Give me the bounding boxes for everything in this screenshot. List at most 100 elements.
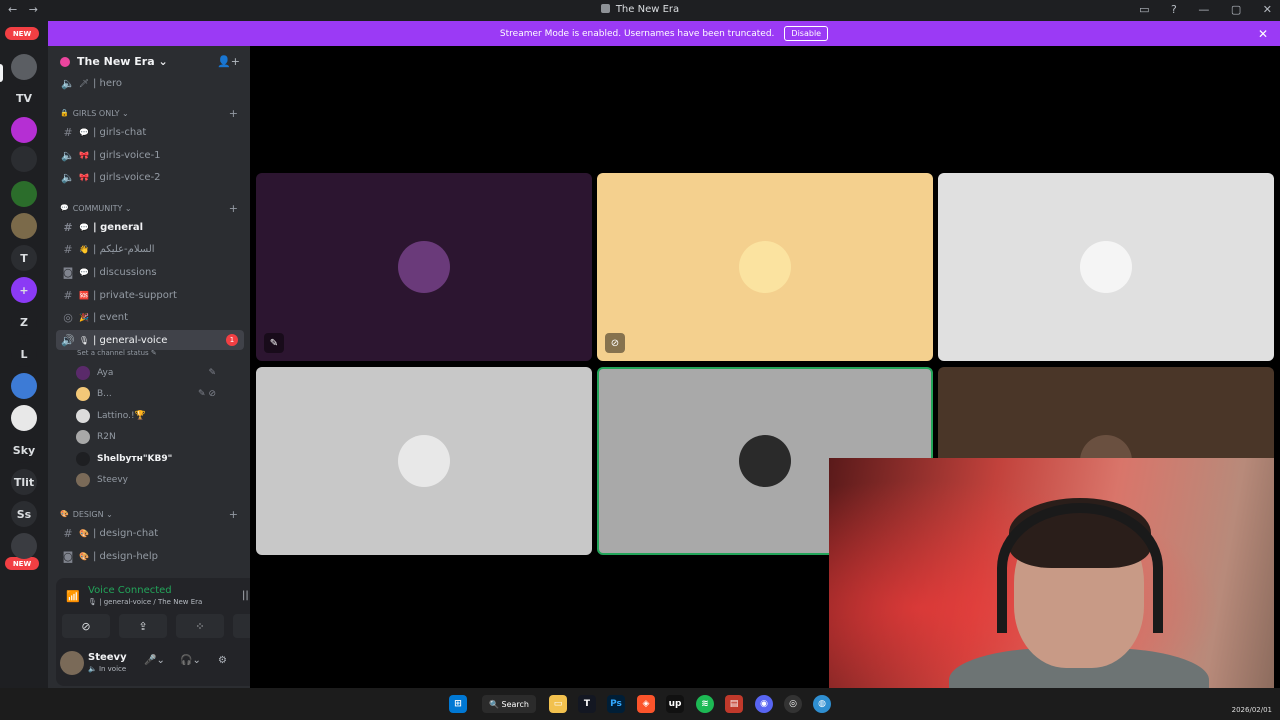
server-icon-7[interactable]: +	[11, 277, 37, 303]
close-window-icon[interactable]: ✕	[1263, 3, 1272, 16]
add-channel-icon[interactable]: +	[229, 107, 238, 120]
server-icon-2[interactable]	[11, 117, 37, 143]
brave-browser-icon[interactable]: ◈	[637, 695, 655, 713]
category-design[interactable]: 🎨 DESIGN ⌄ +	[60, 507, 244, 521]
channel-status[interactable]: Set a channel status ✎	[77, 349, 157, 357]
disable-button[interactable]: Disable	[784, 26, 829, 41]
server-icon-5[interactable]	[11, 213, 37, 239]
user-status: 🔈 In voice	[88, 665, 127, 673]
server-icon-3[interactable]	[11, 146, 37, 172]
channel-girls-chat[interactable]: # 💬 | girls-chat	[56, 122, 244, 142]
voice-status[interactable]: Voice Connected	[88, 585, 172, 596]
speaker-icon: 🔈	[61, 170, 75, 184]
photoshop-icon[interactable]: Ps	[607, 695, 625, 713]
avatar[interactable]	[60, 651, 84, 675]
server-icon-10[interactable]	[11, 373, 37, 399]
help-icon[interactable]: ?	[1171, 3, 1177, 16]
mention-badge: 1	[226, 334, 238, 346]
hash-icon: #	[63, 242, 73, 256]
add-channel-icon[interactable]: +	[229, 508, 238, 521]
voice-user[interactable]: Lattino.!🏆	[76, 407, 226, 425]
voice-user[interactable]: Aya ✎	[76, 364, 226, 382]
app-icon[interactable]: ◎	[784, 695, 802, 713]
voice-user-name: R2N	[97, 432, 116, 442]
invite-icon[interactable]: 👤+	[217, 55, 240, 68]
app-icon[interactable]: ▤	[725, 695, 743, 713]
channel-design-help[interactable]: ◙ 🎨 | design-help	[56, 546, 244, 566]
participant-tile[interactable]: ✎	[256, 173, 592, 361]
server-icon-9[interactable]: L	[11, 341, 37, 367]
server-icon-11[interactable]	[11, 405, 37, 431]
avatar	[76, 452, 90, 466]
server-icon-6[interactable]: T	[11, 245, 37, 271]
channel-design-chat[interactable]: # 🎨 | design-chat	[56, 523, 244, 543]
emoji-icon: 💬	[79, 267, 89, 277]
channel-salam[interactable]: # 👋 | السلام-عليكم	[56, 239, 244, 259]
channel-hero[interactable]: 🔈 🗡 | hero	[56, 73, 244, 93]
spotify-icon[interactable]: ≋	[696, 695, 714, 713]
server-icon-15[interactable]	[11, 533, 37, 559]
activities-button[interactable]: ⁘	[176, 614, 224, 638]
participant-tile[interactable]: ⊘	[597, 173, 933, 361]
channel-general-voice[interactable]: 🔊 🎙 | general-voice 1	[56, 330, 244, 350]
voice-user[interactable]: Steevy	[76, 471, 226, 489]
camera-off-button[interactable]: ⊘	[62, 614, 110, 638]
muted-status-icon: ✎ ⊘	[198, 389, 216, 399]
voice-user-name: Lattino.!🏆	[97, 411, 146, 421]
channel-girls-voice-1[interactable]: 🔈 🎀 | girls-voice-1	[56, 145, 244, 165]
avatar	[76, 387, 90, 401]
server-icon	[600, 4, 610, 13]
channel-private-support[interactable]: # 🆘 | private-support	[56, 285, 244, 305]
voice-user[interactable]: R2N	[76, 428, 226, 446]
add-channel-icon[interactable]: +	[229, 202, 238, 215]
headphones-icon[interactable]: 🎧⌄	[180, 655, 201, 666]
settings-gear-icon[interactable]: ⚙	[218, 655, 227, 666]
microphone-icon[interactable]: 🎤⌄	[144, 655, 165, 666]
maximize-icon[interactable]: ▢	[1231, 3, 1241, 16]
category-community[interactable]: 💬 COMMUNITY ⌄ +	[60, 201, 244, 215]
server-icon-14[interactable]: Ss	[11, 501, 37, 527]
webcam-overlay	[829, 458, 1274, 708]
discord-icon[interactable]: ◉	[755, 695, 773, 713]
file-explorer-icon[interactable]: ▭	[549, 695, 567, 713]
server-icon-13[interactable]: Tlit	[11, 469, 37, 495]
channel-discussions[interactable]: ◙ 💬 | discussions	[56, 262, 244, 282]
server-icon-4[interactable]	[11, 181, 37, 207]
avatar	[398, 435, 450, 487]
title-bar: ← → The New Era ▭ ? — ▢ ✕	[0, 0, 1280, 21]
screen-share-icon: ⇪	[138, 619, 148, 633]
taskbar-date: 2026/02/01	[1231, 706, 1272, 714]
channel-event[interactable]: ◎ 🎉 | event	[56, 307, 244, 327]
server-icon-1[interactable]: TV	[11, 85, 37, 111]
emoji-icon: 🎉	[79, 312, 89, 322]
participant-tile[interactable]	[256, 367, 592, 555]
inbox-icon[interactable]: ▭	[1139, 3, 1149, 16]
user-name[interactable]: Steevy	[88, 652, 127, 663]
globe-icon[interactable]: ◍	[813, 695, 831, 713]
emoji-icon: 🎀	[79, 172, 89, 182]
tradingview-icon[interactable]: T	[578, 695, 596, 713]
server-icon-8[interactable]: Z	[11, 309, 37, 335]
guild-name: The New Era ⌄	[77, 55, 168, 68]
signal-icon[interactable]: 📶	[66, 590, 80, 603]
channel-girls-voice-2[interactable]: 🔈 🎀 | girls-voice-2	[56, 167, 244, 187]
minimize-icon[interactable]: —	[1198, 3, 1209, 16]
server-icon-12[interactable]: Sky	[11, 437, 37, 463]
upwork-icon[interactable]: up	[666, 695, 684, 713]
voice-location[interactable]: 🎙 | general-voice / The New Era	[88, 598, 202, 606]
channel-general[interactable]: # 💬 | general	[56, 217, 244, 237]
emoji-icon: 👋	[79, 244, 89, 254]
taskbar-search[interactable]: 🔍 Search	[482, 695, 536, 713]
windows-start-icon[interactable]: ⊞	[449, 695, 467, 713]
screen-share-button[interactable]: ⇪	[119, 614, 167, 638]
avatar	[1080, 241, 1132, 293]
server-icon-0[interactable]	[11, 54, 37, 80]
taskbar: ⊞ 🔍 Search ▭ T Ps ◈ up ≋ ▤ ◉ ◎ ◍ 2026/02…	[0, 688, 1280, 720]
muted-status-icon: ✎	[208, 368, 216, 378]
speaker-icon: 🔊	[61, 333, 75, 347]
participant-tile[interactable]	[938, 173, 1274, 361]
voice-user[interactable]: Shelbyтн"KB9"	[76, 450, 226, 468]
close-icon[interactable]: ✕	[1258, 27, 1268, 41]
voice-user[interactable]: B... ✎ ⊘	[76, 385, 226, 403]
category-girls-only[interactable]: 🔒 GIRLS ONLY ⌄ +	[60, 106, 244, 120]
